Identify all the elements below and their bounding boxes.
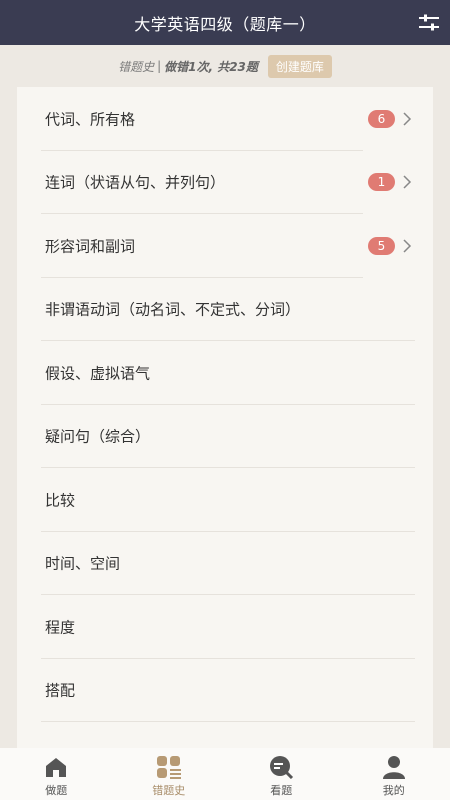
list-item[interactable]: 代词、所有格 6 (17, 87, 433, 151)
create-bank-button[interactable]: 创建题库 (267, 54, 332, 78)
tab-profile[interactable]: 我的 (338, 748, 450, 800)
separator: | (157, 59, 162, 73)
list-item-label: 比较 (45, 491, 76, 510)
list-item-label: 连词（状语从句、并列句） (45, 173, 226, 192)
grid-list-icon (156, 756, 181, 779)
count-badge: 6 (368, 109, 395, 128)
list-item[interactable]: 形容词和副词 5 (17, 214, 433, 278)
list-item[interactable]: 假设、虚拟语气 (17, 341, 433, 405)
list-item-label: 程度 (45, 618, 76, 637)
list-item[interactable]: 疑问句（综合） (17, 405, 433, 468)
list-item-label: 非谓语动词（动名词、不定式、分词） (45, 300, 301, 319)
tab-review[interactable]: 看题 (225, 748, 338, 800)
list-item[interactable]: 比较 (17, 468, 433, 532)
history-stats: 做错1次, 共23题 (164, 59, 258, 74)
tab-label: 做题 (45, 784, 68, 797)
list-item[interactable]: 程度 (17, 595, 433, 659)
search-chat-icon (270, 756, 294, 779)
list-item[interactable]: 搭配 (17, 659, 433, 722)
list-item[interactable]: 非谓语动词（动名词、不定式、分词） (17, 278, 433, 341)
history-summary-bar: 错题史 | 做错1次, 共23题 创建题库 (0, 45, 450, 87)
page-title: 大学英语四级（题库一） (134, 14, 316, 34)
chevron-right-icon (403, 175, 412, 189)
count-badge: 1 (368, 173, 395, 192)
tab-label: 我的 (382, 784, 405, 797)
tab-history[interactable]: 错题史 (113, 748, 226, 800)
person-icon (382, 756, 405, 779)
chevron-right-icon (403, 112, 412, 126)
divider (41, 721, 415, 722)
list-item-label: 假设、虚拟语气 (45, 364, 151, 383)
tab-practice[interactable]: 做题 (0, 748, 113, 800)
category-list: 代词、所有格 6 连词（状语从句、并列句） 1 形容词和副词 5 非谓语动词（动… (17, 87, 433, 722)
list-item-label: 时间、空间 (45, 554, 121, 573)
sliders-icon[interactable] (418, 12, 440, 34)
category-card: 代词、所有格 6 连词（状语从句、并列句） 1 形容词和副词 5 非谓语动词（动… (17, 87, 433, 750)
chevron-right-icon (403, 239, 412, 253)
home-icon (46, 758, 67, 777)
list-item-label: 疑问句（综合） (45, 427, 151, 446)
list-item-label: 代词、所有格 (45, 110, 136, 129)
top-header: 大学英语四级（题库一） (0, 0, 450, 45)
history-label: 错题史 (118, 59, 155, 74)
list-item-label: 形容词和副词 (45, 237, 136, 256)
count-badge: 5 (368, 236, 395, 255)
list-item[interactable]: 连词（状语从句、并列句） 1 (17, 151, 433, 214)
list-item-label: 搭配 (45, 681, 76, 700)
bottom-tab-bar: 做题 错题史 看题 我的 (0, 748, 450, 800)
tab-label: 看题 (270, 784, 293, 797)
tab-label: 错题史 (152, 784, 186, 797)
list-item[interactable]: 时间、空间 (17, 532, 433, 595)
